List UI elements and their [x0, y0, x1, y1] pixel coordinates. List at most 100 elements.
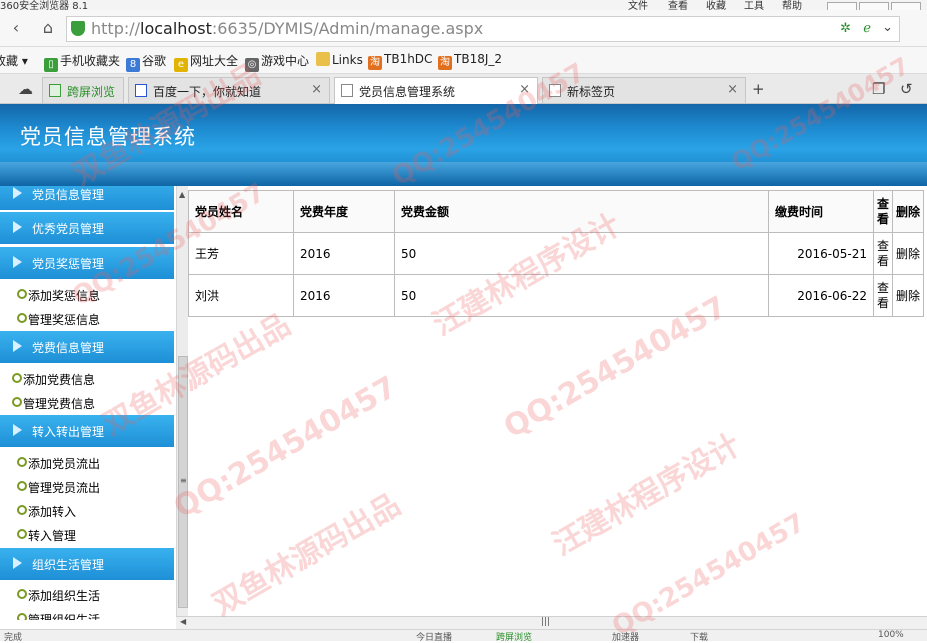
col-header-amount: 党费金额	[394, 190, 769, 233]
status-accelerator[interactable]: 加速器	[612, 630, 639, 643]
cell-amount: 50	[394, 232, 769, 275]
frame-horizontal-scrollbar[interactable]: ◀ |||	[176, 616, 927, 629]
fee-table: 党员姓名 党费年度 党费金额 缴费时间 查看 删除 王芳 2016 50 201…	[188, 190, 925, 317]
menu-group-party-info[interactable]: 党员信息管理	[0, 186, 174, 210]
tab-bar: ⁞ ☁ 跨屏浏览 百度一下，你就知道 × 党员信息管理系统 × 新标签页 × +…	[0, 74, 927, 104]
phone-icon	[49, 84, 61, 97]
status-live[interactable]: 今日直播	[416, 630, 452, 643]
status-cross-screen[interactable]: 跨屏浏览	[496, 630, 532, 643]
col-header-year: 党费年度	[293, 190, 395, 233]
cell-amount: 50	[394, 274, 769, 317]
circle-bullet-icon	[17, 613, 27, 620]
close-tab-icon[interactable]: ×	[727, 82, 738, 97]
tab-party-system[interactable]: 党员信息管理系统 ×	[334, 77, 538, 104]
page-icon	[341, 84, 353, 97]
menu-item-add-org-life[interactable]: 添加组织生活	[0, 582, 174, 606]
sidebar-menu: 党员信息管理 优秀党员管理 党员奖惩管理 添加奖惩信息 管理奖惩信息 党费信息管…	[0, 186, 176, 620]
cell-year: 2016	[293, 232, 395, 275]
cell-name: 王芳	[188, 232, 294, 275]
url-text[interactable]: http://localhost:6635/DYMIS/Admin/manage…	[91, 18, 483, 40]
tab-new[interactable]: 新标签页 ×	[542, 77, 746, 103]
triangle-right-icon	[13, 424, 22, 436]
menu-group-rewards[interactable]: 党员奖惩管理	[0, 247, 174, 279]
taobao-icon: 淘	[368, 56, 382, 70]
circle-bullet-icon	[17, 505, 27, 515]
triangle-right-icon	[13, 557, 22, 569]
view-link[interactable]: 查看	[872, 274, 894, 317]
menu-group-excellent[interactable]: 优秀党员管理	[0, 212, 174, 244]
bookmark-google[interactable]: 8 谷歌	[126, 52, 166, 72]
circle-bullet-icon	[12, 373, 22, 383]
bookmark-links[interactable]: Links	[316, 52, 363, 67]
sidebar-toggle-icon[interactable]: ⁞	[0, 80, 1, 98]
home-icon[interactable]: ⌂	[38, 19, 58, 37]
cell-name: 刘洪	[188, 274, 294, 317]
cell-year: 2016	[293, 274, 395, 317]
bookmarks-bar: 收藏 ▾ ▯ 手机收藏夹 8 谷歌 e 网址大全 ◎ 游戏中心 Links 淘 TB1hD…	[0, 47, 927, 74]
undo-icon[interactable]: ↺	[900, 80, 913, 98]
phone-icon: ▯	[44, 58, 58, 72]
menu-group-org-life[interactable]: 组织生活管理	[0, 548, 174, 580]
delete-link[interactable]: 删除	[892, 232, 925, 275]
status-download[interactable]: 下载	[690, 630, 708, 643]
chevron-down-icon[interactable]: ⌄	[882, 20, 893, 35]
grip-icon: |||	[541, 617, 551, 627]
navigation-bar: ‹ ⌂ http://localhost:6635/DYMIS/Admin/ma…	[0, 10, 927, 47]
scroll-up-icon[interactable]: ▲	[179, 190, 185, 199]
view-link[interactable]: 查看	[872, 232, 894, 275]
tab-cross-screen[interactable]: 跨屏浏览	[42, 77, 124, 103]
bookmark-favorites[interactable]: 收藏 ▾	[0, 52, 28, 69]
back-icon[interactable]: ‹	[6, 19, 26, 37]
tab-baidu[interactable]: 百度一下，你就知道 ×	[128, 77, 330, 103]
circle-bullet-icon	[12, 397, 22, 407]
zoom-level[interactable]: 100%	[878, 630, 904, 640]
menu-item-add-reward[interactable]: 添加奖惩信息	[0, 282, 174, 306]
circle-bullet-icon	[17, 457, 27, 467]
menu-group-transfer[interactable]: 转入转出管理	[0, 415, 174, 447]
delete-link[interactable]: 删除	[892, 274, 925, 317]
grid-icon	[549, 84, 561, 97]
menu-item-manage-reward[interactable]: 管理奖惩信息	[0, 306, 174, 330]
menu-item-manage-fee[interactable]: 管理党费信息	[0, 390, 174, 414]
gamepad-icon: ◎	[245, 58, 259, 72]
baidu-paw-icon	[135, 84, 147, 97]
main-content: 党员姓名 党费年度 党费金额 缴费时间 查看 删除 王芳 2016 50 201…	[188, 186, 927, 616]
system-title: 党员信息管理系统	[20, 125, 196, 149]
menu-item-add-outflow[interactable]: 添加党员流出	[0, 450, 174, 474]
grip-icon: ≡	[180, 476, 187, 485]
col-header-name: 党员姓名	[188, 190, 294, 233]
cloud-icon[interactable]: ☁	[18, 80, 33, 98]
restore-tabs-icon[interactable]: ❐	[872, 80, 885, 98]
circle-bullet-icon	[17, 313, 27, 323]
bookmark-tb1[interactable]: 淘 TB1hDC	[368, 52, 432, 70]
google-icon: 8	[126, 58, 140, 72]
bookmark-tb2[interactable]: 淘 TB18J_2	[438, 52, 502, 70]
scroll-left-icon[interactable]: ◀	[180, 617, 186, 626]
table-row: 刘洪 2016 50 2016-06-22 查看 删除	[188, 274, 925, 317]
menu-item-add-fee[interactable]: 添加党费信息	[0, 366, 174, 390]
bookmark-hao[interactable]: e 网址大全	[174, 52, 238, 72]
menu-item-manage-inflow[interactable]: 转入管理	[0, 522, 174, 546]
menu-item-manage-org-life[interactable]: 管理组织生活	[0, 606, 174, 620]
globe-icon: e	[174, 58, 188, 72]
window-controls	[825, 0, 925, 11]
triangle-right-icon	[13, 221, 22, 233]
menu-item-add-inflow[interactable]: 添加转入	[0, 498, 174, 522]
menu-group-fees[interactable]: 党费信息管理	[0, 331, 174, 363]
window-title-bar: 360安全浏览器 8.1 文件 查看 收藏 工具 帮助	[0, 0, 927, 12]
ie-mode-icon[interactable]: ℯ	[863, 21, 871, 36]
status-bar: 完成 今日直播 跨屏浏览 加速器 下载 100%	[0, 629, 927, 643]
triangle-right-icon	[13, 187, 22, 199]
bookmark-mobile[interactable]: ▯ 手机收藏夹	[44, 52, 120, 72]
menu-item-manage-outflow[interactable]: 管理党员流出	[0, 474, 174, 498]
col-header-date: 缴费时间	[768, 190, 874, 233]
cell-date: 2016-06-22	[768, 274, 874, 317]
refresh-icon[interactable]: ✲	[840, 21, 851, 36]
triangle-right-icon	[13, 340, 22, 352]
bookmark-games[interactable]: ◎ 游戏中心	[245, 52, 309, 72]
new-tab-icon[interactable]: +	[752, 80, 765, 98]
close-tab-icon[interactable]: ×	[519, 82, 530, 97]
address-bar[interactable]: http://localhost:6635/DYMIS/Admin/manage…	[66, 16, 900, 42]
security-shield-icon	[71, 21, 85, 36]
close-tab-icon[interactable]: ×	[311, 82, 322, 97]
